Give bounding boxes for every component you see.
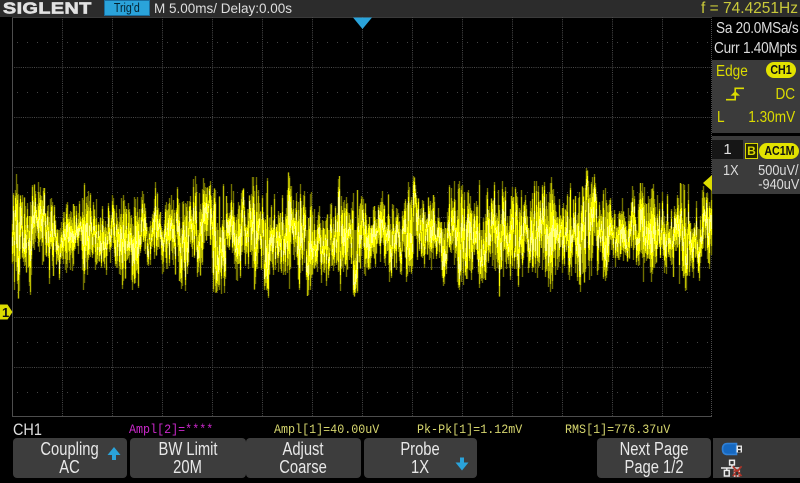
svg-text:1: 1: [2, 305, 9, 320]
